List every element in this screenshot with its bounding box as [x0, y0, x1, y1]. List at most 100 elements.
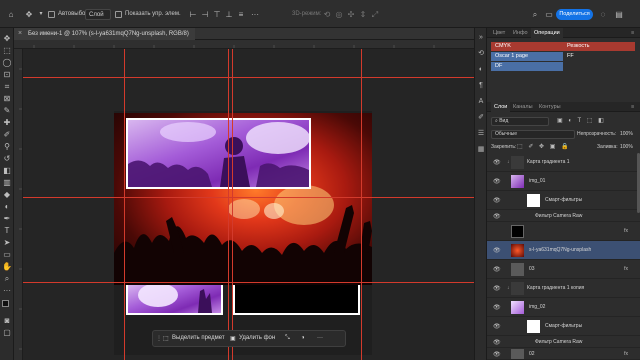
eye-icon[interactable]: 👁 [493, 339, 501, 346]
3d-roll-icon[interactable]: ◎ [334, 10, 344, 19]
blur-tool-icon[interactable]: ◆ [2, 190, 12, 200]
eyedropper-icon[interactable]: ✎ [2, 106, 12, 116]
lasso-tool-icon[interactable]: ◯ [2, 58, 12, 68]
eye-icon[interactable]: 👁 [493, 285, 501, 292]
eye-icon[interactable]: 👁 [493, 159, 501, 166]
fx-icon[interactable]: fx [624, 351, 628, 357]
character-panel-icon[interactable]: A [477, 98, 485, 106]
share-button[interactable]: Поделиться [556, 9, 593, 20]
healing-brush-icon[interactable]: ✚ [2, 118, 12, 128]
layer-gradient-map-1[interactable]: 👁 ↓ Карта градиента 1 [487, 153, 640, 172]
panel-layout-icon[interactable]: ▤ [614, 10, 624, 19]
tab-channels[interactable]: Каналы [513, 102, 533, 112]
guide-vertical[interactable] [232, 49, 233, 360]
3d-drag-icon[interactable]: ✣ [346, 10, 356, 19]
more-tools-icon[interactable]: ··· [2, 286, 12, 296]
align-left-icon[interactable]: ⊢ [188, 10, 198, 19]
action-sharpen[interactable]: Резкость [563, 42, 635, 51]
eye-icon[interactable]: 👁 [493, 247, 501, 254]
align-middle-icon[interactable]: ≡ [236, 10, 246, 19]
move-tool-icon[interactable]: ✥ [2, 34, 12, 44]
transform-icon[interactable]: ⤡ [285, 335, 290, 342]
guide-vertical[interactable] [228, 49, 229, 360]
pen-tool-icon[interactable]: ✒ [2, 214, 12, 224]
dodge-tool-icon[interactable]: ◐ [2, 202, 12, 212]
canvas-area[interactable]: ⋮ ⬚ Выделить предмет ▣ Удалить фон ⤡ ◑ ·… [23, 49, 474, 360]
clone-stamp-icon[interactable]: ⚲ [2, 142, 12, 152]
autoselect-select[interactable]: Слой [85, 9, 111, 20]
brush-tool-icon[interactable]: ✐ [2, 130, 12, 140]
tab-paths[interactable]: Контуры [539, 102, 561, 112]
libraries-panel-icon[interactable]: ▦ [477, 146, 485, 154]
eye-icon[interactable]: 👁 [493, 304, 501, 311]
fx-icon[interactable]: fx [624, 228, 628, 234]
eye-icon[interactable]: 👁 [493, 197, 501, 204]
collapse-panels-icon[interactable]: » [477, 34, 485, 42]
align-top-icon[interactable]: ⊥ [224, 10, 234, 19]
action-df[interactable]: DF [491, 62, 563, 71]
blend-mode-select[interactable]: Обычные [491, 130, 575, 139]
type-tool-icon[interactable]: T [2, 226, 12, 236]
layer-03[interactable]: 👁 03 fx [487, 260, 640, 279]
fill-value[interactable]: 100% [620, 144, 633, 150]
more-options-icon[interactable]: ··· [250, 10, 260, 19]
tab-layers[interactable]: Слои [491, 102, 511, 112]
guide-vertical[interactable] [124, 49, 125, 360]
layer-smart-filters[interactable]: 👁 Смарт-фильтры [487, 191, 640, 210]
crop-tool-icon[interactable]: ⌗ [2, 82, 12, 92]
remove-background-button[interactable]: Удалить фон [239, 335, 275, 341]
vertical-ruler[interactable] [14, 49, 23, 360]
adjustments-panel-icon[interactable]: ◐ [477, 66, 485, 74]
object-selection-icon[interactable]: ⊡ [2, 70, 12, 80]
guide-vertical[interactable] [361, 49, 362, 360]
fx-icon[interactable]: fx [624, 266, 628, 272]
img-02-purple-photo[interactable] [126, 285, 223, 315]
layer-02[interactable]: 👁 02 fx [487, 348, 640, 360]
home-icon[interactable]: ⌂ [6, 10, 16, 19]
tab-color[interactable]: Цвет [493, 28, 505, 38]
layer-filter-icons[interactable]: ▣ ◐ T ⬚ ◧ [557, 117, 606, 124]
paragraph-panel-icon[interactable]: ¶ [477, 82, 485, 90]
action-oscar-page[interactable]: Oscar 1 page [491, 52, 563, 61]
3d-slide-icon[interactable]: ⇕ [358, 10, 368, 19]
layer-img-02[interactable]: 👁 img_02 [487, 298, 640, 317]
tab-info[interactable]: Инфо [513, 28, 528, 38]
layer-unsplash-photo[interactable]: 👁 s-l-ya631mqQ7Ng-unsplash [487, 241, 640, 260]
zoom-tool-icon[interactable]: ⌕ [2, 274, 12, 284]
eye-icon[interactable]: 👁 [493, 351, 501, 358]
guide-horizontal[interactable] [23, 197, 474, 198]
document-tab[interactable]: × Без имени-1 @ 107% (s-l-ya631mqQ7Ng-un… [14, 28, 195, 40]
comments-icon[interactable]: ◌ [598, 10, 608, 19]
eye-icon[interactable]: 👁 [493, 323, 501, 330]
shape-tool-icon[interactable]: ▭ [2, 250, 12, 260]
3d-scale-icon[interactable]: ⤢ [370, 10, 380, 19]
drag-handle-icon[interactable]: ⋮ [156, 335, 162, 342]
quick-mask-icon[interactable]: ◙ [2, 316, 12, 326]
panel-menu-icon[interactable]: ≡ [631, 28, 634, 38]
layer-gradient-map-copy[interactable]: 👁 ↓ Карта градиента 1 копия [487, 279, 640, 298]
more-options-icon[interactable]: ··· [317, 335, 323, 341]
eye-icon[interactable]: 👁 [493, 178, 501, 185]
marquee-tool-icon[interactable]: ⬚ [2, 46, 12, 56]
layer-black-frame[interactable]: fx [487, 222, 640, 241]
gradient-tool-icon[interactable]: ▥ [2, 178, 12, 188]
guide-horizontal[interactable] [23, 282, 474, 283]
workspace-icon[interactable]: ▭ [544, 10, 554, 19]
move-tool-icon[interactable]: ✥ [24, 10, 34, 19]
lock-icons[interactable]: ⬚ ✐ ✥ ▣ 🔒 [517, 143, 571, 150]
horizontal-ruler[interactable] [14, 40, 474, 49]
layer-camera-raw-filter[interactable]: 👁 Фильтр Camera Raw [487, 210, 640, 222]
align-right-icon[interactable]: ⊤ [212, 10, 222, 19]
action-cmyk[interactable]: CMYK [491, 42, 563, 51]
brush-panel-icon[interactable]: ✐ [477, 114, 485, 122]
search-icon[interactable]: ⌕ [530, 10, 540, 19]
3d-rotate-icon[interactable]: ⟲ [322, 10, 332, 19]
properties-panel-icon[interactable]: ☰ [477, 130, 485, 138]
black-frame-layer[interactable] [233, 285, 360, 315]
guide-horizontal[interactable] [23, 77, 474, 78]
eye-icon[interactable]: 👁 [493, 213, 501, 220]
frame-tool-icon[interactable]: ⊠ [2, 94, 12, 104]
history-brush-icon[interactable]: ↺ [2, 154, 12, 164]
path-selection-icon[interactable]: ➤ [2, 238, 12, 248]
autoselect-checkbox[interactable] [48, 11, 55, 18]
